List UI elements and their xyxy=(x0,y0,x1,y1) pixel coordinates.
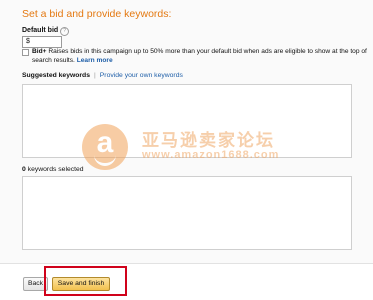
keyword-tabs: Suggested keywords | Provide your own keyw… xyxy=(22,72,183,79)
learn-more-link[interactable]: Learn more xyxy=(77,57,113,64)
footer-divider xyxy=(0,263,373,264)
bid-plus-text: Bid+ Raises bids in this campaign up to … xyxy=(32,47,368,65)
keywords-selected-number: 0 xyxy=(22,166,26,173)
bid-plus-option: Bid+ Raises bids in this campaign up to … xyxy=(22,47,368,65)
keywords-selected-count: 0 keywords selected xyxy=(22,166,84,173)
selected-keywords-box[interactable] xyxy=(22,176,352,250)
bid-plus-label: Bid+ xyxy=(32,48,47,55)
suggested-keywords-box[interactable] xyxy=(22,84,352,158)
tab-provide-own-keywords[interactable]: Provide your own keywords xyxy=(100,72,183,79)
default-bid-label-text: Default bid xyxy=(22,27,59,34)
save-and-finish-button[interactable]: Save and finish xyxy=(52,277,110,291)
bid-plus-checkbox[interactable] xyxy=(22,49,29,56)
question-circle-icon[interactable]: ? xyxy=(60,27,70,36)
tab-suggested-keywords[interactable]: Suggested keywords xyxy=(22,72,90,79)
section-title: Set a bid and provide keywords: xyxy=(22,8,172,20)
default-bid-label: Default bid? xyxy=(22,27,70,36)
campaign-setup-panel: Set a bid and provide keywords: Default … xyxy=(0,0,373,263)
tab-separator: | xyxy=(94,72,96,79)
keywords-selected-label: keywords selected xyxy=(27,166,84,173)
